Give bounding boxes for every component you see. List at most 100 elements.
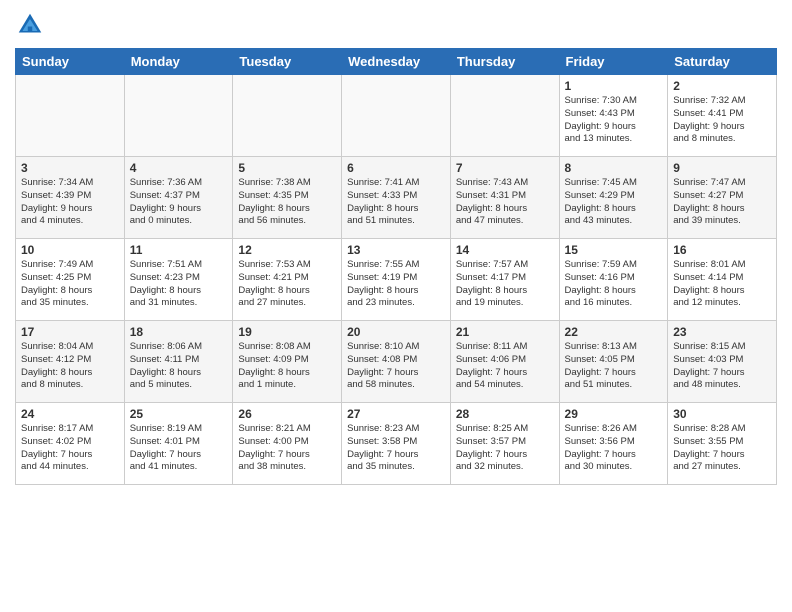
day-info: Sunrise: 8:19 AM Sunset: 4:01 PM Dayligh…	[130, 423, 228, 474]
day-number: 9	[673, 161, 771, 175]
day-number: 16	[673, 243, 771, 257]
calendar-cell: 16Sunrise: 8:01 AM Sunset: 4:14 PM Dayli…	[668, 239, 777, 321]
weekday-thursday: Thursday	[450, 49, 559, 75]
day-info: Sunrise: 7:41 AM Sunset: 4:33 PM Dayligh…	[347, 177, 445, 228]
calendar-table: SundayMondayTuesdayWednesdayThursdayFrid…	[15, 48, 777, 485]
week-row-2: 10 Sunrise: 7:49 AM Sunset: 4:25 PM Dayli…	[16, 239, 777, 321]
day-number: 14	[456, 243, 554, 257]
day-info: Sunrise: 7:55 AM Sunset: 4:19 PM Dayligh…	[347, 259, 445, 310]
day-number: 24	[21, 407, 119, 421]
day-number: 2	[673, 79, 771, 93]
calendar-cell: 13 Sunrise: 7:55 AM Sunset: 4:19 PM Dayli…	[342, 239, 451, 321]
day-info: Sunrise: 8:25 AM Sunset: 3:57 PM Dayligh…	[456, 423, 554, 474]
day-info: Sunrise: 8:28 AM Sunset: 3:55 PM Dayligh…	[673, 423, 771, 474]
day-number: 17	[21, 325, 119, 339]
calendar-cell: 7Sunrise: 7:43 AM Sunset: 4:31 PM Daylig…	[450, 157, 559, 239]
day-info: Sunrise: 8:26 AM Sunset: 3:56 PM Dayligh…	[565, 423, 663, 474]
weekday-saturday: Saturday	[668, 49, 777, 75]
day-number: 19	[238, 325, 336, 339]
day-info: Sunrise: 8:15 AM Sunset: 4:03 PM Dayligh…	[673, 341, 771, 392]
day-number: 27	[347, 407, 445, 421]
day-number: 4	[130, 161, 228, 175]
calendar-cell: 8 Sunrise: 7:45 AM Sunset: 4:29 PM Daylig…	[559, 157, 668, 239]
calendar-cell: 1 Sunrise: 7:30 AM Sunset: 4:43 PM Daylig…	[559, 75, 668, 157]
day-info: Sunrise: 7:45 AM Sunset: 4:29 PM Dayligh…	[565, 177, 663, 228]
calendar-cell: 21 Sunrise: 8:11 AM Sunset: 4:06 PM Dayli…	[450, 321, 559, 403]
day-info: Sunrise: 7:49 AM Sunset: 4:25 PM Dayligh…	[21, 259, 119, 310]
day-info: Sunrise: 7:36 AM Sunset: 4:37 PM Dayligh…	[130, 177, 228, 228]
calendar-cell: 3Sunrise: 7:34 AM Sunset: 4:39 PM Daylig…	[16, 157, 125, 239]
calendar-cell: 4 Sunrise: 7:36 AM Sunset: 4:37 PM Daylig…	[124, 157, 233, 239]
calendar-cell: 30 Sunrise: 8:28 AM Sunset: 3:55 PM Dayli…	[668, 403, 777, 485]
calendar-cell: 24Sunrise: 8:17 AM Sunset: 4:02 PM Dayli…	[16, 403, 125, 485]
calendar-cell: 27 Sunrise: 8:23 AM Sunset: 3:58 PM Dayli…	[342, 403, 451, 485]
day-info: Sunrise: 7:47 AM Sunset: 4:27 PM Dayligh…	[673, 177, 771, 228]
calendar-cell	[16, 75, 125, 157]
weekday-header-row: SundayMondayTuesdayWednesdayThursdayFrid…	[16, 49, 777, 75]
day-number: 8	[565, 161, 663, 175]
calendar-cell: 17Sunrise: 8:04 AM Sunset: 4:12 PM Dayli…	[16, 321, 125, 403]
day-number: 11	[130, 243, 228, 257]
calendar-cell: 29 Sunrise: 8:26 AM Sunset: 3:56 PM Dayli…	[559, 403, 668, 485]
day-number: 22	[565, 325, 663, 339]
calendar-cell: 25 Sunrise: 8:19 AM Sunset: 4:01 PM Dayli…	[124, 403, 233, 485]
day-number: 28	[456, 407, 554, 421]
header	[15, 10, 777, 40]
weekday-monday: Monday	[124, 49, 233, 75]
day-info: Sunrise: 7:57 AM Sunset: 4:17 PM Dayligh…	[456, 259, 554, 310]
calendar-cell: 6 Sunrise: 7:41 AM Sunset: 4:33 PM Daylig…	[342, 157, 451, 239]
day-info: Sunrise: 7:51 AM Sunset: 4:23 PM Dayligh…	[130, 259, 228, 310]
day-info: Sunrise: 8:23 AM Sunset: 3:58 PM Dayligh…	[347, 423, 445, 474]
weekday-friday: Friday	[559, 49, 668, 75]
logo	[15, 10, 49, 40]
calendar-cell	[450, 75, 559, 157]
calendar-cell	[342, 75, 451, 157]
day-number: 3	[21, 161, 119, 175]
day-number: 29	[565, 407, 663, 421]
week-row-4: 24Sunrise: 8:17 AM Sunset: 4:02 PM Dayli…	[16, 403, 777, 485]
day-info: Sunrise: 8:11 AM Sunset: 4:06 PM Dayligh…	[456, 341, 554, 392]
day-info: Sunrise: 8:21 AM Sunset: 4:00 PM Dayligh…	[238, 423, 336, 474]
calendar-cell: 26 Sunrise: 8:21 AM Sunset: 4:00 PM Dayli…	[233, 403, 342, 485]
day-number: 6	[347, 161, 445, 175]
day-number: 21	[456, 325, 554, 339]
calendar-cell: 9 Sunrise: 7:47 AM Sunset: 4:27 PM Daylig…	[668, 157, 777, 239]
day-number: 10	[21, 243, 119, 257]
weekday-sunday: Sunday	[16, 49, 125, 75]
calendar-cell	[124, 75, 233, 157]
calendar-page: SundayMondayTuesdayWednesdayThursdayFrid…	[0, 0, 792, 612]
day-number: 26	[238, 407, 336, 421]
calendar-cell: 20 Sunrise: 8:10 AM Sunset: 4:08 PM Dayli…	[342, 321, 451, 403]
day-number: 15	[565, 243, 663, 257]
day-number: 5	[238, 161, 336, 175]
calendar-cell	[233, 75, 342, 157]
day-info: Sunrise: 7:30 AM Sunset: 4:43 PM Dayligh…	[565, 95, 663, 146]
day-number: 7	[456, 161, 554, 175]
week-row-3: 17Sunrise: 8:04 AM Sunset: 4:12 PM Dayli…	[16, 321, 777, 403]
logo-icon	[15, 10, 45, 40]
weekday-wednesday: Wednesday	[342, 49, 451, 75]
day-info: Sunrise: 7:59 AM Sunset: 4:16 PM Dayligh…	[565, 259, 663, 310]
calendar-cell: 19Sunrise: 8:08 AM Sunset: 4:09 PM Dayli…	[233, 321, 342, 403]
day-number: 20	[347, 325, 445, 339]
day-info: Sunrise: 8:10 AM Sunset: 4:08 PM Dayligh…	[347, 341, 445, 392]
calendar-cell: 28 Sunrise: 8:25 AM Sunset: 3:57 PM Dayli…	[450, 403, 559, 485]
calendar-cell: 5 Sunrise: 7:38 AM Sunset: 4:35 PM Daylig…	[233, 157, 342, 239]
calendar-cell: 22Sunrise: 8:13 AM Sunset: 4:05 PM Dayli…	[559, 321, 668, 403]
day-number: 18	[130, 325, 228, 339]
day-number: 23	[673, 325, 771, 339]
calendar-cell: 11 Sunrise: 7:51 AM Sunset: 4:23 PM Dayli…	[124, 239, 233, 321]
day-info: Sunrise: 7:38 AM Sunset: 4:35 PM Dayligh…	[238, 177, 336, 228]
day-info: Sunrise: 7:32 AM Sunset: 4:41 PM Dayligh…	[673, 95, 771, 146]
day-number: 1	[565, 79, 663, 93]
calendar-cell: 2 Sunrise: 7:32 AM Sunset: 4:41 PM Daylig…	[668, 75, 777, 157]
day-number: 30	[673, 407, 771, 421]
day-number: 13	[347, 243, 445, 257]
week-row-1: 3Sunrise: 7:34 AM Sunset: 4:39 PM Daylig…	[16, 157, 777, 239]
calendar-cell: 10 Sunrise: 7:49 AM Sunset: 4:25 PM Dayli…	[16, 239, 125, 321]
calendar-cell: 14 Sunrise: 7:57 AM Sunset: 4:17 PM Dayli…	[450, 239, 559, 321]
day-info: Sunrise: 7:53 AM Sunset: 4:21 PM Dayligh…	[238, 259, 336, 310]
calendar-cell: 15 Sunrise: 7:59 AM Sunset: 4:16 PM Dayli…	[559, 239, 668, 321]
day-number: 25	[130, 407, 228, 421]
day-number: 12	[238, 243, 336, 257]
